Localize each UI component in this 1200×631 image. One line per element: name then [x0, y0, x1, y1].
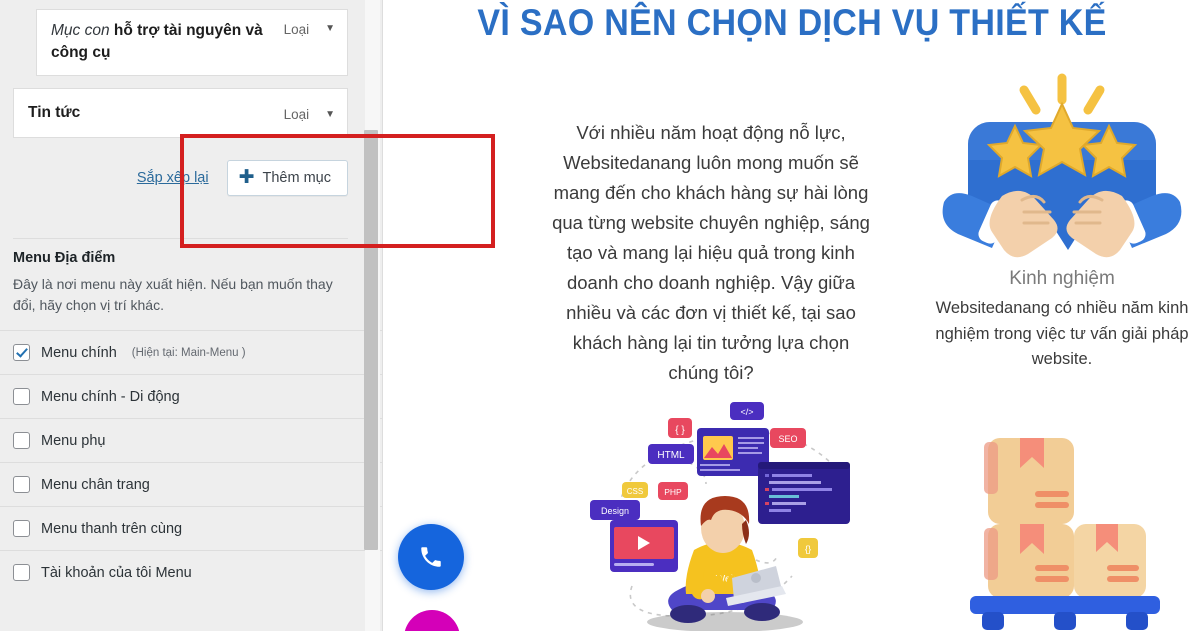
location-item-menu-chinh-di-dong[interactable]: Menu chính - Di động	[0, 374, 382, 418]
chevron-down-icon[interactable]: ▼	[325, 20, 335, 34]
location-item-tai-khoan-cua-toi[interactable]: Tài khoản của tôi Menu	[0, 550, 382, 594]
svg-text:</>: </>	[740, 407, 753, 417]
menu-item-prefix: Mục con	[51, 22, 110, 39]
location-label: Menu thanh trên cùng	[41, 520, 183, 537]
location-current-note: (Hiện tại: Main-Menu )	[131, 346, 246, 359]
menu-actions-row: Sắp xếp lại ✚ Thêm mục	[13, 158, 348, 198]
location-label: Menu phụ	[41, 432, 106, 449]
divider	[13, 238, 348, 239]
locations-list: Menu chính (Hiện tại: Main-Menu ) Menu c…	[0, 330, 382, 594]
page-title: VÌ SAO NÊN CHỌN DỊCH VỤ THIẾT KẾ	[477, 2, 1107, 43]
checkbox[interactable]	[13, 520, 30, 537]
add-item-label: Thêm mục	[262, 170, 332, 186]
checkbox[interactable]	[13, 564, 30, 581]
location-item-menu-chan-trang[interactable]: Menu chân trang	[0, 462, 382, 506]
feature-title: Kinh nghiệm	[1009, 268, 1115, 289]
svg-text:HTML: HTML	[657, 450, 685, 461]
checkbox[interactable]	[13, 476, 30, 493]
menu-locations-section: Menu Địa điểm Đây là nơi menu này xuất h…	[0, 250, 382, 594]
floating-call-button[interactable]	[398, 524, 464, 590]
menu-item-name: Tin tức	[28, 103, 81, 121]
menu-customizer-panel: Mục con hỗ trợ tài nguyên và công cụ Loạ…	[0, 0, 383, 631]
location-item-menu-thanh-tren-cung[interactable]: Menu thanh trên cùng	[0, 506, 382, 550]
menu-item-card[interactable]: Mục con hỗ trợ tài nguyên và công cụ Loạ…	[36, 9, 348, 76]
svg-text:{ }: { }	[675, 425, 685, 436]
checkbox[interactable]	[13, 388, 30, 405]
svg-text:Design: Design	[601, 506, 629, 516]
chevron-down-icon[interactable]: ▼	[325, 106, 335, 120]
location-label: Tài khoản của tôi Menu	[41, 564, 192, 581]
panel-scrollbar-thumb[interactable]	[364, 130, 378, 550]
svg-text:PHP: PHP	[664, 487, 682, 497]
feature-card-experience: Kinh nghiệm Websitedanang có nhiều năm k…	[924, 60, 1200, 373]
menu-item-title: Mục con hỗ trợ tài nguyên và công cụ	[51, 20, 284, 65]
location-label: Menu chính - Di động	[41, 388, 180, 405]
plus-icon: ✚	[238, 166, 255, 188]
menu-item-card[interactable]: Tin tức Loại ▼	[13, 88, 348, 138]
phone-icon	[421, 547, 441, 567]
locations-description: Đây là nơi menu này xuất hiện. Nếu bạn m…	[13, 276, 333, 313]
feature-description: Websitedanang có nhiều năm kinh nghiệm t…	[935, 299, 1189, 369]
reorder-link[interactable]: Sắp xếp lại	[137, 170, 209, 186]
menu-item-type-label: Loại	[283, 106, 310, 122]
checkbox[interactable]	[13, 344, 30, 361]
floating-zalo-button[interactable]	[404, 610, 460, 631]
svg-text:CSS: CSS	[627, 487, 643, 496]
cardboard-boxes-icon	[954, 424, 1174, 631]
developer-with-laptop-icon: </> { } HTML SEO CSS PHP Design {} Web	[560, 400, 900, 631]
svg-text:{}: {}	[805, 544, 811, 555]
panel-scrollbar-track[interactable]	[364, 0, 380, 631]
site-preview: VÌ SAO NÊN CHỌN DỊCH VỤ THIẾT KẾ Với nhi…	[384, 0, 1200, 631]
location-item-menu-chinh[interactable]: Menu chính (Hiện tại: Main-Menu )	[0, 330, 382, 374]
add-item-button[interactable]: ✚ Thêm mục	[226, 160, 348, 196]
intro-paragraph: Với nhiều năm hoạt động nỗ lực, Websited…	[552, 122, 870, 383]
location-label: Menu chính	[41, 344, 117, 361]
locations-heading: Menu Địa điểm	[13, 250, 116, 266]
svg-text:SEO: SEO	[778, 434, 797, 444]
menu-item-type-label: Loại	[283, 22, 310, 37]
location-label: Menu chân trang	[41, 476, 150, 493]
stars-thumbs-up-icon	[924, 60, 1200, 260]
checkbox[interactable]	[13, 432, 30, 449]
location-item-menu-phu[interactable]: Menu phụ	[0, 418, 382, 462]
